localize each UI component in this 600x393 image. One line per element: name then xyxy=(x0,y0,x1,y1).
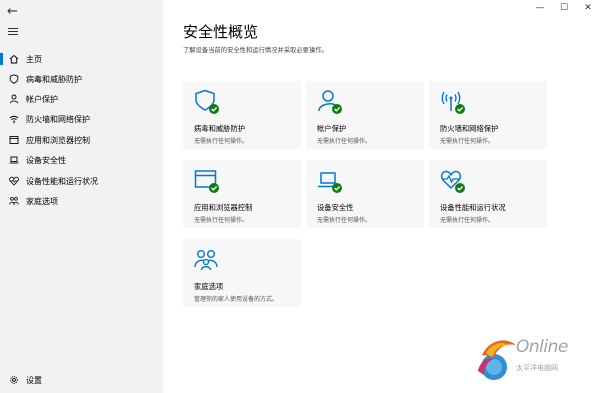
watermark-subtext: 太平洋电脑网 xyxy=(516,364,558,372)
sidebar-item-account[interactable]: 帐户保护 xyxy=(0,90,163,108)
tile-virus-protection[interactable]: 病毒和威胁防护 无需执行任何操作。 xyxy=(183,81,301,149)
sidebar: ← 主页 病毒和威胁防护 帐户保护 防火墙和网络保护 应用和浏览器控制 设备安全… xyxy=(0,0,163,393)
page-subtitle: 了解设备当前的安全性和运行情况并采取必要操作。 xyxy=(183,47,328,54)
tile-status: 无需执行任何操作。 xyxy=(317,217,372,224)
sidebar-item-label: 家庭选项 xyxy=(26,196,58,206)
tile-title: 帐户保护 xyxy=(317,124,347,133)
watermark-emblem-icon xyxy=(478,340,516,380)
window-controls: — ☐ ✕ xyxy=(528,0,600,16)
sidebar-item-label: 设备安全性 xyxy=(26,155,66,165)
sidebar-item-label: 防火墙和网络保护 xyxy=(26,114,90,124)
page-title: 安全性概览 xyxy=(183,23,259,41)
tile-status: 管理你的家人使用设备的方式。 xyxy=(194,296,279,303)
tile-status: 无需执行任何操作。 xyxy=(440,217,495,224)
shield-icon xyxy=(8,74,19,85)
tile-status: 无需执行任何操作。 xyxy=(194,138,249,145)
sidebar-item-label: 设置 xyxy=(26,375,42,385)
tile-status: 无需执行任何操作。 xyxy=(440,138,495,145)
heart-icon xyxy=(8,176,19,187)
person-icon xyxy=(8,94,19,105)
sidebar-item-firewall[interactable]: 防火墙和网络保护 xyxy=(0,110,163,128)
person-check-icon xyxy=(317,89,343,115)
sidebar-item-label: 病毒和威胁防护 xyxy=(26,74,82,84)
family-icon xyxy=(8,196,19,207)
tile-device-security[interactable]: 设备安全性 无需执行任何操作。 xyxy=(306,160,424,228)
tile-family-options[interactable]: 家庭选项 管理你的家人使用设备的方式。 xyxy=(183,239,301,307)
tile-status: 无需执行任何操作。 xyxy=(317,138,372,145)
tile-title: 设备性能和运行状况 xyxy=(440,203,506,212)
close-button[interactable]: ✕ xyxy=(576,0,600,16)
tile-device-performance[interactable]: 设备性能和运行状况 无需执行任何操作。 xyxy=(429,160,547,228)
sidebar-item-label: 应用和浏览器控制 xyxy=(26,135,90,145)
sidebar-item-label: 设备性能和运行状况 xyxy=(26,176,98,186)
family-icon xyxy=(194,247,220,273)
tile-title: 应用和浏览器控制 xyxy=(194,203,253,212)
tile-title: 家庭选项 xyxy=(194,282,224,291)
browser-check-icon xyxy=(194,168,220,194)
tile-status: 无需执行任何操作。 xyxy=(194,217,249,224)
tile-app-browser[interactable]: 应用和浏览器控制 无需执行任何操作。 xyxy=(183,160,301,228)
shield-check-icon xyxy=(194,89,220,115)
sidebar-item-label: 主页 xyxy=(26,54,42,64)
sidebar-item-device-security[interactable]: 设备安全性 xyxy=(0,151,163,169)
home-icon xyxy=(8,54,19,65)
wifi-icon xyxy=(8,114,19,125)
laptop-check-icon xyxy=(317,168,343,194)
sidebar-item-label: 帐户保护 xyxy=(26,94,58,104)
sidebar-item-performance[interactable]: 设备性能和运行状况 xyxy=(0,172,163,190)
maximize-button[interactable]: ☐ xyxy=(552,0,576,16)
gear-icon xyxy=(8,375,19,386)
tile-title: 设备安全性 xyxy=(317,203,354,212)
sidebar-item-home[interactable]: 主页 xyxy=(0,50,163,68)
watermark-text: Online xyxy=(516,337,568,357)
tile-account-protection[interactable]: 帐户保护 无需执行任何操作。 xyxy=(306,81,424,149)
sidebar-item-virus-protection[interactable]: 病毒和威胁防护 xyxy=(0,70,163,88)
laptop-icon xyxy=(8,155,19,166)
heart-check-icon xyxy=(440,168,466,194)
tile-title: 防火墙和网络保护 xyxy=(440,124,499,133)
sidebar-item-family[interactable]: 家庭选项 xyxy=(0,192,163,210)
back-arrow-icon[interactable]: ← xyxy=(7,5,23,19)
antenna-check-icon xyxy=(440,89,466,115)
sidebar-item-settings[interactable]: 设置 xyxy=(0,371,163,389)
app-browser-icon xyxy=(8,135,19,146)
tile-title: 病毒和威胁防护 xyxy=(194,124,246,133)
hamburger-menu-icon[interactable] xyxy=(8,28,18,36)
sidebar-item-app-browser[interactable]: 应用和浏览器控制 xyxy=(0,131,163,149)
watermark-logo: Online 太平洋电脑网 xyxy=(472,331,592,389)
minimize-button[interactable]: — xyxy=(528,0,552,16)
tile-firewall[interactable]: 防火墙和网络保护 无需执行任何操作。 xyxy=(429,81,547,149)
